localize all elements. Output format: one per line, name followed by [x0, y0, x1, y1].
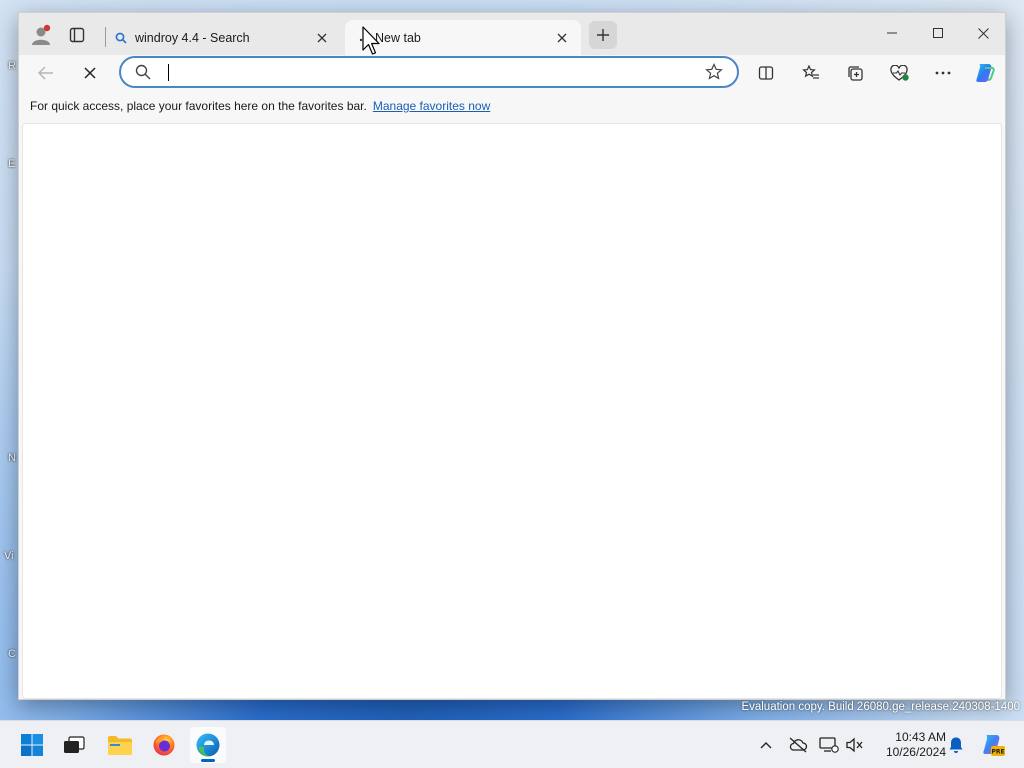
new-tab-button[interactable]	[589, 21, 617, 49]
minimize-icon	[887, 32, 897, 34]
page-content[interactable]	[22, 123, 1002, 699]
desktop-icon-label: C	[8, 648, 16, 660]
chevron-up-icon	[760, 742, 772, 749]
text-caret	[168, 64, 169, 81]
tab-search[interactable]: windroy 4.4 - Search	[105, 20, 341, 55]
copilot-button[interactable]	[971, 60, 999, 86]
desktop-icon-label: E	[8, 158, 16, 170]
tab-actions-icon	[69, 27, 85, 43]
close-icon	[317, 33, 327, 42]
back-arrow-icon	[38, 66, 53, 80]
cloud-offline-icon	[789, 737, 808, 753]
split-screen-button[interactable]	[752, 60, 780, 86]
collections-button[interactable]	[841, 60, 869, 86]
browser-essentials-button[interactable]	[885, 60, 913, 86]
edge-icon	[196, 733, 220, 757]
favorites-list-icon	[802, 65, 819, 79]
copilot-taskbar-button[interactable]: PRE	[980, 732, 1006, 758]
tab-title: New tab	[375, 30, 421, 45]
manage-favorites-link[interactable]: Manage favorites now	[373, 99, 490, 113]
maximize-button[interactable]	[915, 19, 961, 47]
browser-window: windroy 4.4 - Search New tab For quick a…	[18, 12, 1006, 700]
close-window-button[interactable]	[960, 19, 1006, 47]
tab-actions-button[interactable]	[65, 23, 89, 47]
firefox-icon	[153, 734, 175, 756]
profile-button[interactable]	[29, 23, 53, 47]
title-bar: windroy 4.4 - Search New tab	[19, 13, 1005, 55]
notifications-button[interactable]	[946, 735, 966, 755]
task-view-icon	[64, 736, 85, 753]
copilot-icon	[976, 64, 995, 82]
network-button[interactable]	[819, 735, 839, 755]
tab-title: windroy 4.4 - Search	[135, 30, 250, 45]
split-screen-icon	[758, 66, 774, 80]
mouse-pointer-icon	[362, 26, 380, 55]
active-app-indicator	[201, 759, 215, 762]
evaluation-watermark: Evaluation copy. Build 26080.ge_release.…	[741, 701, 1020, 713]
collections-icon	[847, 65, 863, 81]
close-icon	[84, 67, 96, 79]
bell-icon	[949, 737, 963, 753]
address-bar[interactable]	[119, 56, 739, 88]
copilot-pre-icon: PRE	[983, 735, 1005, 756]
favorites-bar-message: For quick access, place your favorites h…	[30, 99, 367, 113]
desktop-icon-label: R	[8, 60, 16, 72]
back-button[interactable]	[32, 60, 60, 86]
profile-icon	[32, 24, 51, 45]
close-icon	[977, 27, 989, 39]
plus-icon	[597, 29, 609, 41]
navigation-toolbar	[19, 55, 1005, 91]
close-tab-button[interactable]	[313, 29, 331, 47]
favorites-bar: For quick access, place your favorites h…	[19, 91, 1005, 121]
svg-text:PRE: PRE	[991, 749, 1004, 756]
favorites-button[interactable]	[797, 60, 825, 86]
close-icon	[557, 33, 567, 42]
folder-icon	[108, 736, 132, 755]
search-icon	[115, 32, 127, 44]
heart-pulse-icon	[889, 64, 909, 81]
desktop-icon-label: Vi	[4, 550, 14, 562]
windows-start-icon	[21, 734, 43, 756]
settings-more-button[interactable]	[929, 60, 957, 86]
favorite-star-icon	[705, 63, 723, 80]
start-button[interactable]	[14, 727, 50, 763]
maximize-icon	[933, 28, 943, 38]
close-tab-button[interactable]	[553, 29, 571, 47]
address-input[interactable]	[167, 63, 687, 81]
onedrive-status-button[interactable]	[788, 735, 808, 755]
volume-button[interactable]	[845, 735, 865, 755]
speaker-muted-icon	[846, 737, 863, 753]
desktop-icon-label: N	[8, 452, 16, 464]
file-explorer-button[interactable]	[102, 727, 138, 763]
search-icon	[135, 64, 151, 80]
clock-date: 10/26/2024	[885, 745, 946, 759]
stop-loading-button[interactable]	[76, 60, 104, 86]
network-display-icon	[819, 737, 839, 753]
task-view-button[interactable]	[56, 727, 92, 763]
more-dots-icon	[935, 71, 951, 75]
clock-time: 10:43 AM	[895, 730, 946, 744]
taskbar: 10:43 AM 10/26/2024 PRE	[0, 720, 1024, 768]
show-hidden-icons-button[interactable]	[756, 735, 776, 755]
firefox-button[interactable]	[146, 727, 182, 763]
minimize-button[interactable]	[869, 19, 915, 47]
system-clock[interactable]: 10:43 AM 10/26/2024	[872, 730, 946, 760]
edge-button[interactable]	[190, 727, 226, 763]
